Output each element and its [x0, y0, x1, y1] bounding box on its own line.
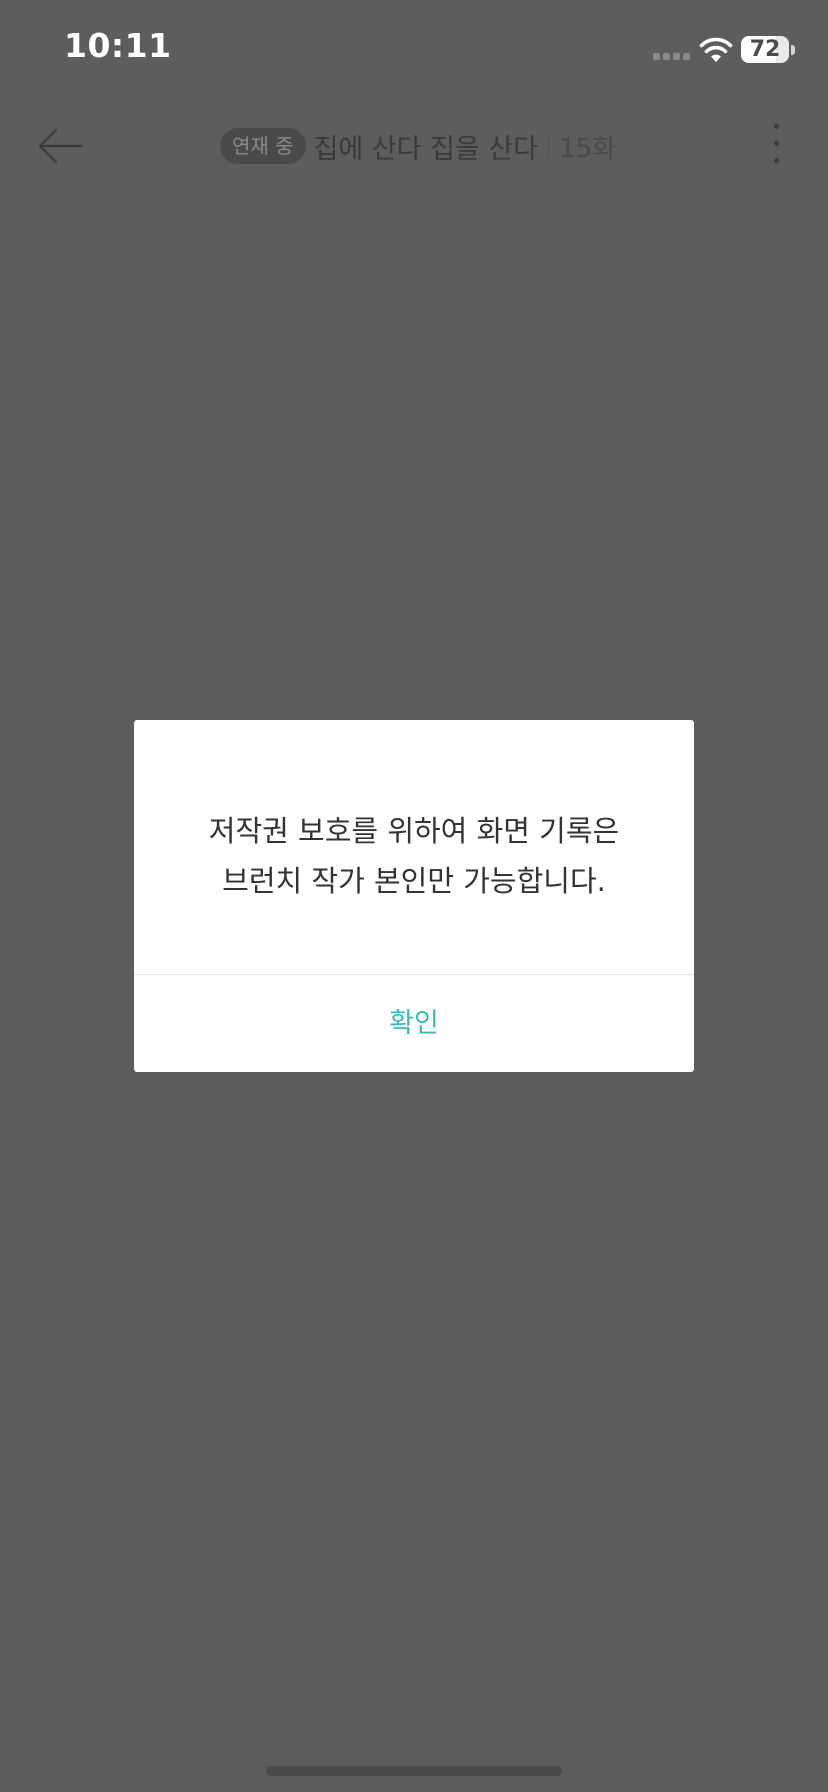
wifi-icon — [699, 37, 733, 62]
cellular-signal-icon — [653, 53, 690, 60]
episode-number: 15화 — [559, 133, 617, 164]
screen: 10:11 72 연재 중 집에 산다 집을 산다 15화 저작권 보호를 위하… — [0, 0, 828, 1792]
dialog-message-line-1: 저작권 보호를 위하여 화면 기록은 — [208, 814, 620, 848]
dialog-message-line-2: 브런치 작가 본인만 가능합니다. — [222, 864, 606, 898]
title-divider — [548, 136, 550, 156]
home-indicator[interactable] — [266, 1766, 562, 1776]
battery-icon: 72 — [741, 36, 789, 63]
more-vertical-icon — [764, 124, 788, 163]
battery-cap — [791, 45, 795, 55]
nav-title: 연재 중 집에 산다 집을 산다 15화 — [220, 124, 616, 168]
back-button[interactable] — [36, 120, 88, 172]
confirm-button[interactable]: 확인 — [134, 975, 694, 1072]
arrow-left-icon — [38, 128, 84, 164]
status-time: 10:11 — [64, 26, 172, 65]
battery-level: 72 — [749, 37, 781, 62]
alert-dialog: 저작권 보호를 위하여 화면 기록은 브런치 작가 본인만 가능합니다. 확인 — [134, 720, 694, 1072]
serialization-status-badge: 연재 중 — [220, 128, 306, 164]
book-title: 집에 산다 집을 산다 — [313, 133, 539, 165]
more-options-button[interactable] — [764, 124, 788, 170]
dialog-message: 저작권 보호를 위하여 화면 기록은 브런치 작가 본인만 가능합니다. — [154, 806, 674, 906]
